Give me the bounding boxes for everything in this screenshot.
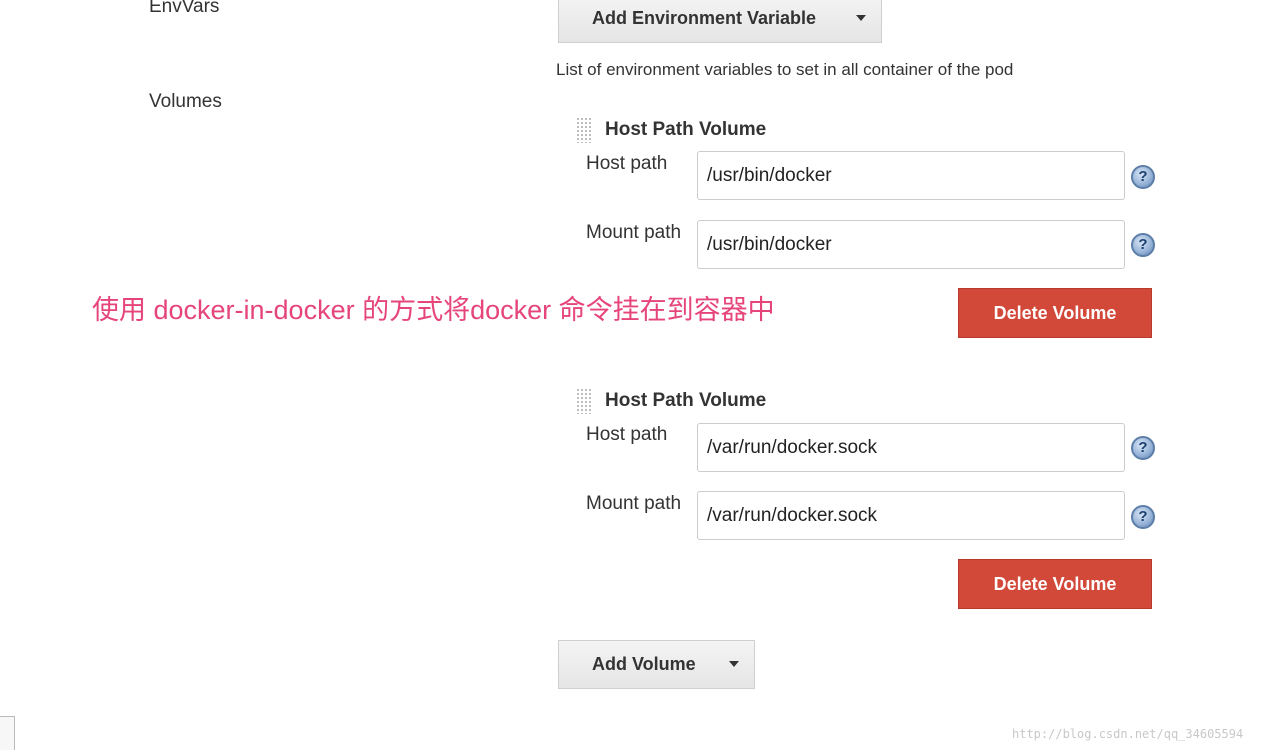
host-path-input[interactable] [697, 151, 1125, 200]
add-environment-variable-button[interactable]: Add Environment Variable [558, 0, 882, 43]
envvars-description: List of environment variables to set in … [556, 60, 1014, 79]
mount-path-input[interactable] [697, 491, 1125, 540]
caret-down-icon [856, 15, 866, 21]
help-icon[interactable]: ? [1131, 436, 1155, 460]
caret-down-icon [729, 661, 739, 667]
delete-volume-button[interactable]: Delete Volume [958, 559, 1152, 609]
volume-title: Host Path Volume [605, 390, 767, 411]
grip-icon[interactable] [576, 117, 592, 143]
help-icon[interactable]: ? [1131, 233, 1155, 257]
volumes-label: Volumes [149, 91, 222, 112]
grip-icon[interactable] [576, 388, 592, 414]
partial-element [0, 716, 15, 750]
envvars-label: EnvVars [149, 0, 220, 17]
mount-path-input[interactable] [697, 220, 1125, 269]
add-environment-variable-label: Add Environment Variable [592, 8, 817, 28]
help-icon[interactable]: ? [1131, 165, 1155, 189]
add-volume-button[interactable]: Add Volume [558, 640, 755, 689]
add-volume-label: Add Volume [592, 654, 696, 674]
help-icon[interactable]: ? [1131, 505, 1155, 529]
host-path-label: Host path [586, 424, 668, 445]
volume-title: Host Path Volume [605, 119, 767, 140]
delete-volume-button[interactable]: Delete Volume [958, 288, 1152, 338]
host-path-input[interactable] [697, 423, 1125, 472]
page: EnvVars Add Environment Variable List of… [0, 0, 1270, 750]
mount-path-label: Mount path [586, 222, 682, 243]
mount-path-label: Mount path [586, 493, 682, 514]
host-path-label: Host path [586, 153, 668, 174]
watermark-text: http://blog.csdn.net/qq_34605594 [1012, 727, 1244, 741]
annotation-text: 使用 docker-in-docker 的方式将docker 命令挂在到容器中 [92, 295, 775, 325]
